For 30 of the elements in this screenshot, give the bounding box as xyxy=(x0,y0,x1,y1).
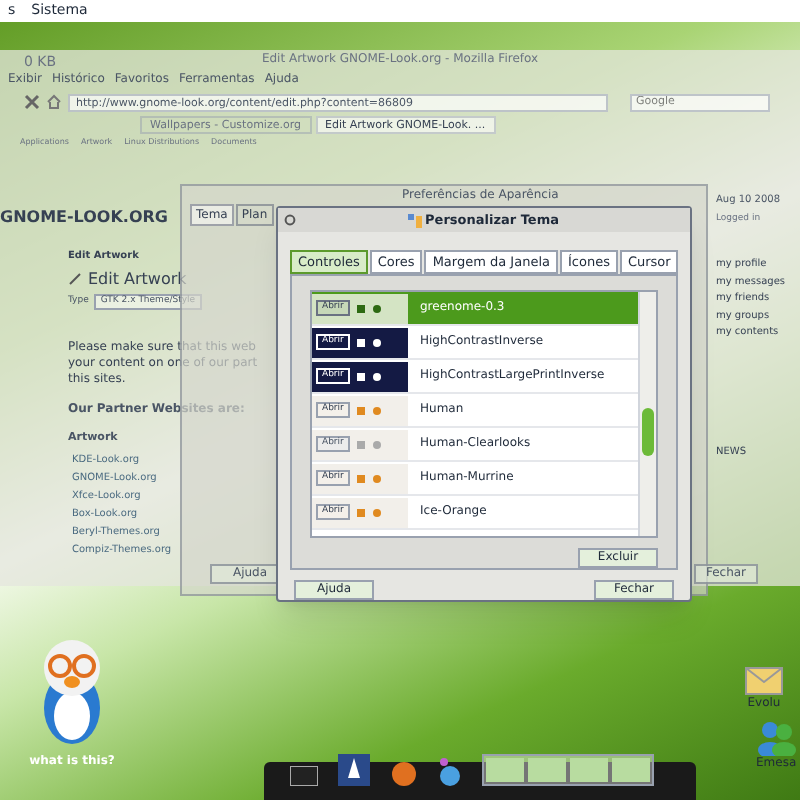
radio-icon xyxy=(371,439,382,449)
radio-icon xyxy=(371,371,382,381)
scrollbar-thumb[interactable] xyxy=(642,408,654,456)
radio-icon xyxy=(371,303,382,313)
stop-icon xyxy=(24,94,40,110)
checkbox-icon xyxy=(355,473,366,483)
site-logo: GNOME-LOOK.ORG xyxy=(0,210,168,226)
scrollbar[interactable] xyxy=(638,292,656,536)
checkbox-icon xyxy=(355,439,366,449)
workspace-thumbnail[interactable] xyxy=(570,758,608,782)
radio-icon xyxy=(371,337,382,347)
people-icon xyxy=(756,720,797,756)
radio-icon xyxy=(371,473,382,483)
pencil-icon xyxy=(68,272,82,286)
home-icon xyxy=(46,94,62,110)
workspace-thumbnail[interactable] xyxy=(612,758,650,782)
workspace-switcher[interactable] xyxy=(482,754,654,786)
checkbox-icon xyxy=(355,337,366,347)
radio-icon xyxy=(371,507,382,517)
checkbox-icon xyxy=(355,303,366,313)
workspace-thumbnail[interactable] xyxy=(528,758,566,782)
window-menu-icon xyxy=(284,214,296,226)
monitor-icon xyxy=(290,766,318,786)
workspace-thumbnail[interactable] xyxy=(486,758,524,782)
page-heading: Edit Artwork xyxy=(88,271,187,287)
checkbox-icon xyxy=(355,371,366,381)
checkbox-icon xyxy=(355,507,366,517)
radio-icon xyxy=(371,405,382,415)
palette-icon xyxy=(407,213,422,227)
checkbox-icon xyxy=(355,405,366,415)
